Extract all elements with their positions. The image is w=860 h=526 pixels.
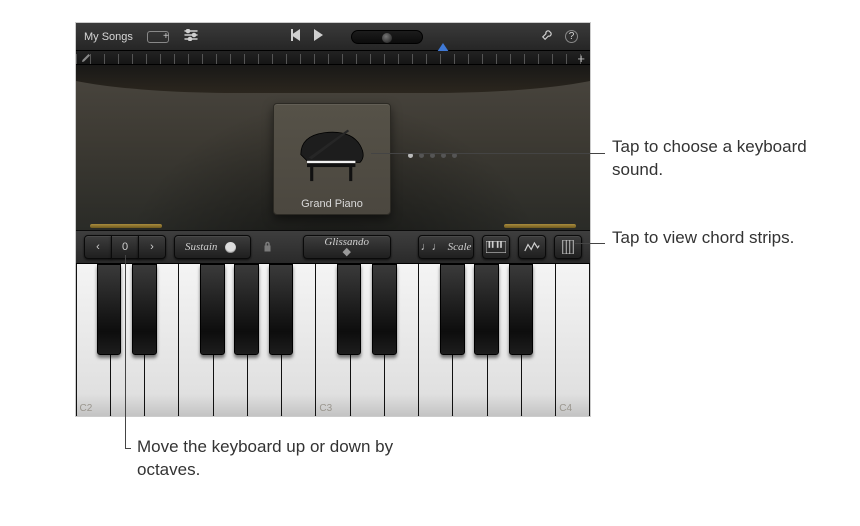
callout-leader-line [125, 448, 131, 449]
my-songs-button[interactable]: My Songs [84, 31, 133, 43]
track-controls-button[interactable] [183, 29, 199, 44]
playhead-icon [80, 52, 92, 64]
piano-key-white[interactable]: C4 [555, 264, 590, 417]
timeline-ruler[interactable]: + [76, 51, 590, 65]
wrench-icon [541, 27, 555, 44]
instrument-browser-button[interactable]: + [147, 31, 169, 43]
my-songs-label: My Songs [84, 31, 133, 43]
chord-strips-button[interactable] [554, 235, 582, 259]
chevron-right-icon: › [150, 241, 154, 253]
octave-label: C2 [80, 403, 93, 414]
instrument-name-label: Grand Piano [301, 196, 363, 210]
piano-key-black[interactable] [509, 264, 534, 355]
play-icon [314, 29, 323, 41]
callout-octaves: Move the keyboard up or down by octaves. [137, 436, 397, 482]
chord-strips-icon [560, 240, 576, 254]
keyboard-layout-button[interactable] [482, 235, 510, 259]
piano-key-black[interactable] [200, 264, 225, 355]
callout-leader-line [371, 153, 605, 154]
master-volume-slider[interactable] [351, 30, 423, 44]
browser-icon: + [147, 31, 169, 43]
piano-key-black[interactable] [132, 264, 157, 355]
note-icon: ♩♩ [421, 241, 443, 253]
rewind-icon [291, 29, 300, 41]
play-button[interactable] [314, 29, 323, 44]
piano-key-black[interactable] [372, 264, 397, 355]
octave-down-button[interactable]: ‹ [84, 235, 112, 259]
octave-value-label: 0 [122, 241, 128, 253]
callout-leader-line [125, 255, 126, 448]
callout-chord-strips: Tap to view chord strips. [612, 227, 832, 250]
sliders-icon [183, 29, 199, 44]
scale-button[interactable]: ♩♩ Scale [418, 235, 474, 259]
hinge-decor [504, 224, 576, 228]
piano-key-black[interactable] [337, 264, 362, 355]
instrument-rest-area: Grand Piano [76, 65, 590, 230]
go-to-start-button[interactable] [291, 29, 300, 44]
metronome-icon [437, 31, 449, 52]
sustain-label: Sustain [185, 241, 217, 253]
help-icon: ? [569, 31, 575, 42]
octave-label: C3 [319, 403, 332, 414]
callout-leader-line [575, 243, 605, 244]
sustain-lock-icon [259, 241, 275, 253]
arpeggiator-button[interactable] [518, 235, 546, 259]
add-section-button[interactable]: + [577, 51, 585, 66]
glissando-button[interactable]: Glissando ◆ [303, 235, 391, 259]
transport-controls [291, 29, 449, 44]
grand-piano-icon [278, 110, 386, 196]
piano-key-black[interactable] [440, 264, 465, 355]
octave-label: C4 [559, 403, 572, 414]
metronome-button[interactable] [437, 31, 449, 43]
sustain-toggle[interactable]: Sustain [174, 235, 251, 259]
settings-button[interactable] [541, 28, 555, 45]
chevron-left-icon: ‹ [96, 241, 100, 253]
garageband-keyboard-screen: My Songs + ? + [75, 22, 591, 417]
top-toolbar: My Songs + ? [76, 23, 590, 51]
piano-key-black[interactable] [474, 264, 499, 355]
scale-label: Scale [448, 241, 472, 253]
octave-up-button[interactable]: › [138, 235, 166, 259]
arpeggio-icon [524, 240, 540, 254]
piano-keyboard[interactable]: C2 C3 C4 [76, 264, 590, 417]
keyboard-control-strip: ‹ 0 › Sustain Glissando ◆ ♩♩ Scale [76, 230, 590, 264]
callout-sound: Tap to choose a keyboard sound. [612, 136, 832, 182]
help-button[interactable]: ? [565, 30, 578, 43]
piano-key-black[interactable] [234, 264, 259, 355]
hinge-decor [90, 224, 162, 228]
diamond-icon: ◆ [342, 247, 350, 257]
piano-key-black[interactable] [269, 264, 294, 355]
piano-key-black[interactable] [97, 264, 122, 355]
sustain-led [225, 242, 236, 253]
instrument-picker[interactable]: Grand Piano [273, 103, 391, 215]
keyboard-icon [486, 241, 506, 253]
